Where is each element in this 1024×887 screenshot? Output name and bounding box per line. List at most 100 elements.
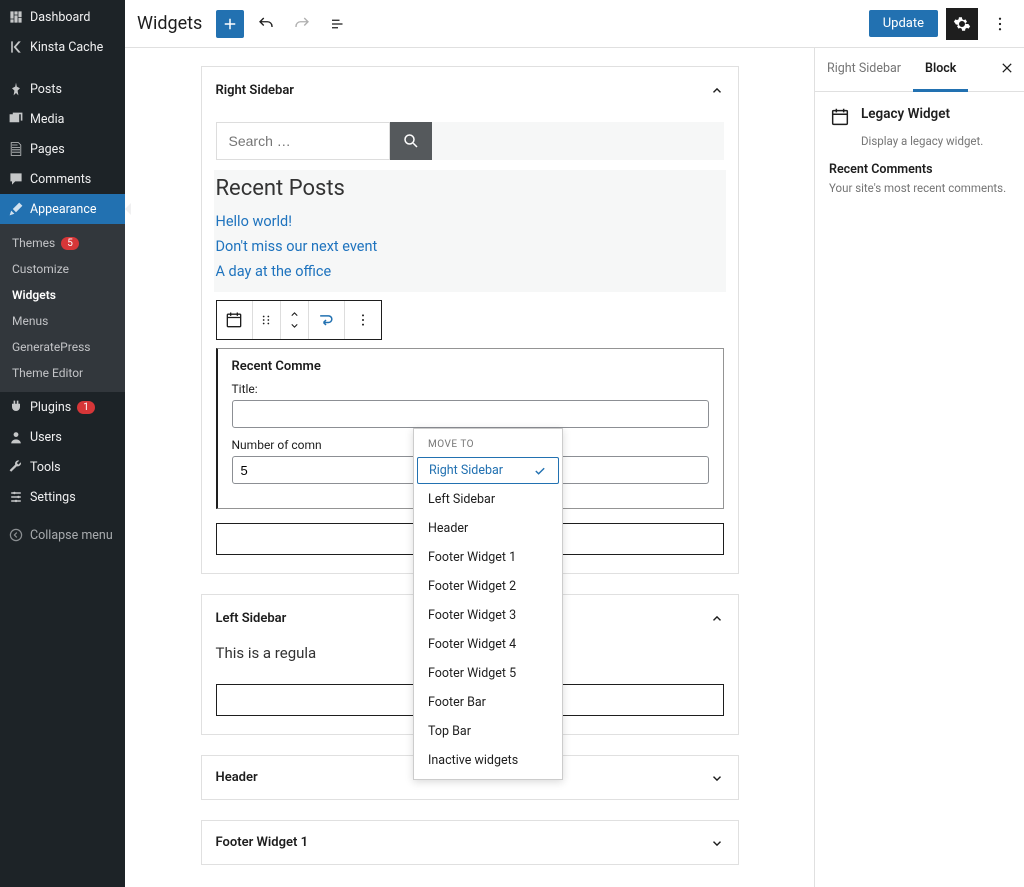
media-icon — [8, 111, 24, 127]
drag-handle[interactable] — [253, 301, 281, 339]
sidebar-item-dashboard[interactable]: Dashboard — [0, 2, 125, 32]
admin-sidebar: Dashboard Kinsta Cache Posts Media Pages… — [0, 0, 125, 887]
move-option[interactable]: Footer Widget 1 — [414, 543, 562, 572]
dashboard-icon — [8, 9, 24, 25]
sidebar-item-plugins[interactable]: Plugins1 — [0, 392, 125, 422]
users-icon — [8, 429, 24, 445]
submenu-generatepress[interactable]: GeneratePress — [0, 334, 125, 360]
page-title: Widgets — [135, 13, 208, 34]
move-option[interactable]: Inactive widgets — [414, 746, 562, 775]
submenu-customize[interactable]: Customize — [0, 256, 125, 282]
search-input[interactable] — [216, 122, 390, 160]
sidebar-item-kinsta-cache[interactable]: Kinsta Cache — [0, 32, 125, 62]
tab-right-sidebar[interactable]: Right Sidebar — [815, 48, 913, 92]
sidebar-item-collapse[interactable]: Collapse menu — [0, 520, 125, 550]
move-option[interactable]: Footer Widget 2 — [414, 572, 562, 601]
chevron-up-icon — [289, 309, 300, 320]
settings-button[interactable] — [946, 8, 978, 40]
move-option[interactable]: Footer Bar — [414, 688, 562, 717]
popover-header: MOVE TO — [414, 429, 562, 456]
area-title: Right Sidebar — [216, 83, 294, 98]
move-to-popover: MOVE TO Right Sidebar Left Sidebar Heade… — [413, 428, 563, 780]
move-option[interactable]: Footer Widget 4 — [414, 630, 562, 659]
dots-vertical-icon — [991, 15, 1009, 33]
sidebar-item-appearance[interactable]: Appearance — [0, 194, 125, 224]
dots-vertical-icon — [355, 312, 371, 328]
area-title: Footer Widget 1 — [216, 835, 309, 850]
block-type-button[interactable] — [217, 301, 253, 339]
chevron-up-icon[interactable] — [710, 612, 724, 626]
submenu-themes[interactable]: Themes5 — [0, 230, 125, 256]
chevron-down-icon — [710, 771, 724, 785]
calendar-icon — [224, 310, 244, 330]
sidebar-item-media[interactable]: Media — [0, 104, 125, 134]
undo-icon — [257, 15, 275, 33]
search-icon — [402, 132, 420, 150]
undo-button[interactable] — [252, 10, 280, 38]
move-to-button[interactable] — [309, 301, 345, 339]
drag-icon — [259, 313, 273, 327]
kinsta-icon — [8, 39, 24, 55]
area-title: Left Sidebar — [216, 611, 287, 626]
post-link[interactable]: Hello world! — [214, 209, 726, 234]
post-link[interactable]: A day at the office — [214, 259, 726, 284]
move-option[interactable]: Top Bar — [414, 717, 562, 746]
submenu-menus[interactable]: Menus — [0, 308, 125, 334]
tab-block[interactable]: Block — [913, 48, 968, 92]
close-icon — [1000, 61, 1014, 75]
block-toolbar — [216, 300, 382, 340]
pages-icon — [8, 141, 24, 157]
settings-icon — [8, 489, 24, 505]
sidebar-item-comments[interactable]: Comments — [0, 164, 125, 194]
options-button[interactable] — [986, 10, 1014, 38]
plugin-icon — [8, 399, 24, 415]
sidebar-item-posts[interactable]: Posts — [0, 74, 125, 104]
title-label: Title: — [232, 382, 709, 396]
pin-icon — [8, 81, 24, 97]
close-inspector-button[interactable] — [990, 60, 1024, 79]
search-button[interactable] — [390, 122, 432, 160]
widget-area-footer-widget-1[interactable]: Footer Widget 1 — [201, 820, 739, 865]
plus-icon — [221, 15, 239, 33]
sidebar-item-settings[interactable]: Settings — [0, 482, 125, 512]
widget-description: Your site's most recent comments. — [829, 181, 1010, 195]
add-block-button[interactable] — [216, 10, 244, 38]
move-option-right-sidebar[interactable]: Right Sidebar — [417, 457, 559, 484]
submenu-widgets[interactable]: Widgets — [0, 282, 125, 308]
sidebar-item-tools[interactable]: Tools — [0, 452, 125, 482]
title-input[interactable] — [232, 400, 709, 428]
redo-icon — [293, 15, 311, 33]
move-option[interactable]: Left Sidebar — [414, 485, 562, 514]
list-view-button[interactable] — [324, 10, 352, 38]
calendar-icon — [829, 106, 851, 128]
comments-icon — [8, 171, 24, 187]
move-option[interactable]: Header — [414, 514, 562, 543]
move-option[interactable]: Footer Widget 5 — [414, 659, 562, 688]
appearance-submenu: Themes5 Customize Widgets Menus Generate… — [0, 224, 125, 392]
search-widget — [216, 122, 724, 160]
move-arrows[interactable] — [281, 301, 309, 339]
tools-icon — [8, 459, 24, 475]
post-link[interactable]: Don't miss our next event — [214, 234, 726, 259]
redo-button[interactable] — [288, 10, 316, 38]
block-description: Display a legacy widget. — [861, 134, 1010, 148]
move-to-icon — [316, 310, 336, 330]
recent-posts-heading: Recent Posts — [214, 172, 726, 209]
collapse-icon — [8, 527, 24, 543]
sidebar-item-pages[interactable]: Pages — [0, 134, 125, 164]
canvas: Right Sidebar Recent Posts Hello world! — [125, 48, 814, 887]
sidebar-item-users[interactable]: Users — [0, 422, 125, 452]
widget-name: Recent Comments — [829, 162, 1010, 177]
recent-posts-block: Recent Posts Hello world! Don't miss our… — [214, 170, 726, 292]
block-name: Legacy Widget — [861, 106, 950, 128]
widget-heading: Recent Comme — [232, 359, 709, 374]
update-button[interactable]: Update — [869, 10, 938, 37]
chevron-up-icon[interactable] — [710, 84, 724, 98]
move-option[interactable]: Footer Widget 3 — [414, 601, 562, 630]
brush-icon — [8, 201, 24, 217]
editor-topbar: Widgets Update — [125, 0, 1024, 48]
inspector-panel: Right Sidebar Block Legacy Widget Displa… — [814, 48, 1024, 887]
block-options-button[interactable] — [345, 301, 381, 339]
submenu-theme-editor[interactable]: Theme Editor — [0, 360, 125, 386]
area-title: Header — [216, 770, 258, 785]
